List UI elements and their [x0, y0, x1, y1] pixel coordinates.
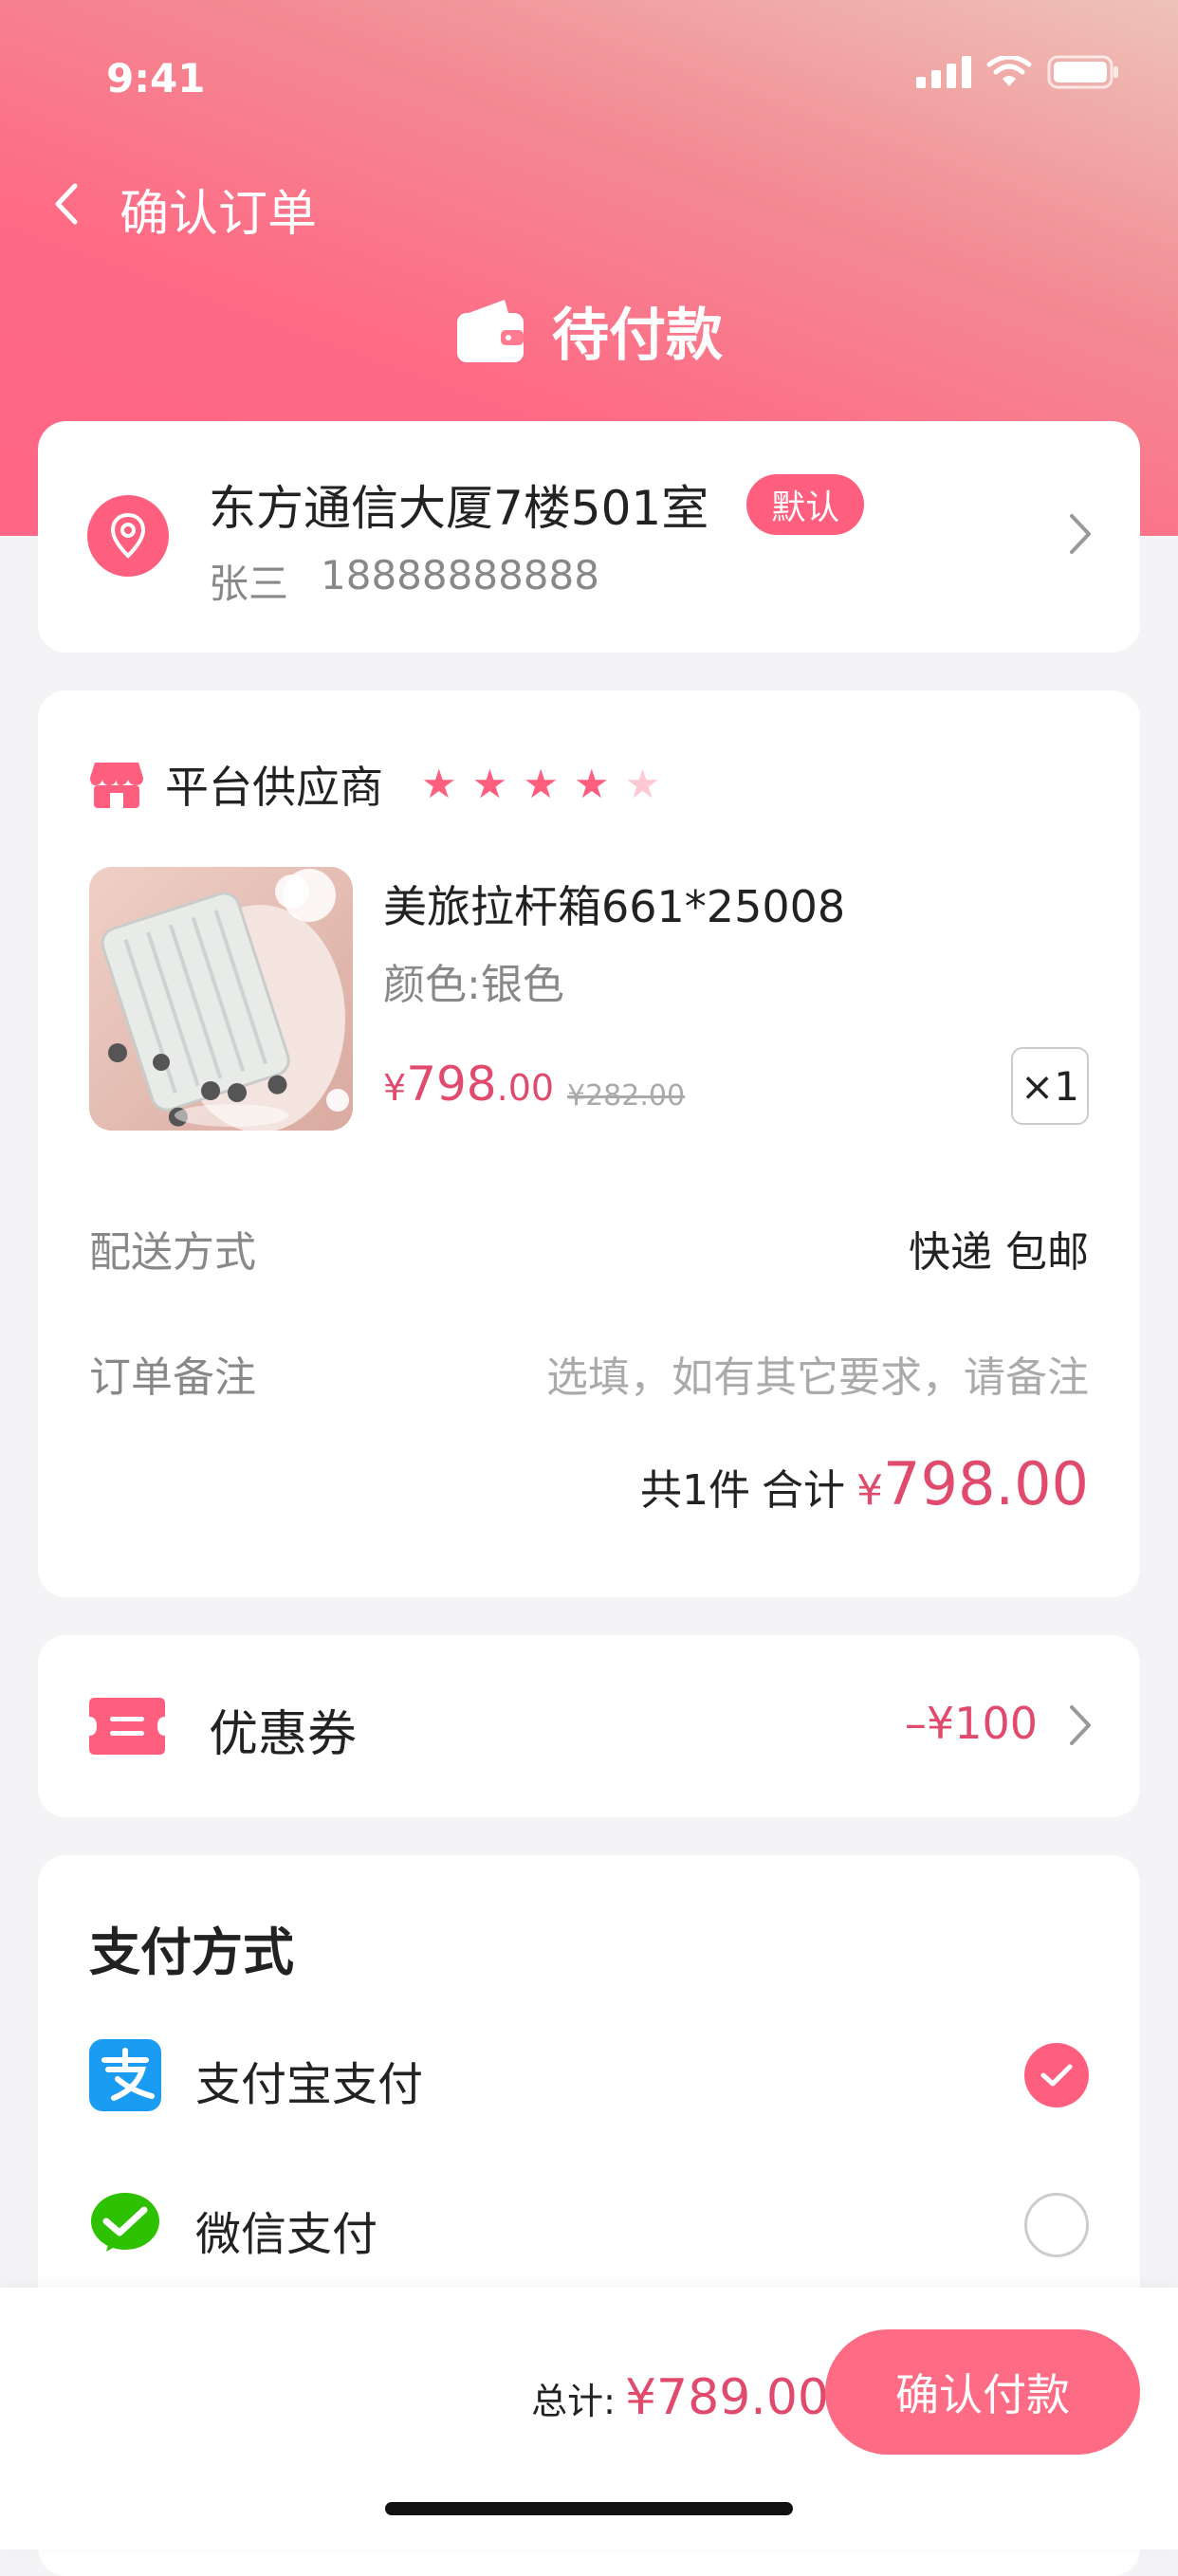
home-indicator[interactable] [385, 2502, 793, 2515]
payment-name: 微信支付 [195, 2208, 378, 2261]
payment-name: 支付宝支付 [195, 2058, 424, 2111]
shop-row[interactable]: 平台供应商 ★ ★ ★ ★ ★ [89, 753, 660, 816]
original-price: ¥282.00 [567, 1079, 686, 1113]
radio-selected[interactable] [1024, 2043, 1089, 2107]
store-icon [90, 763, 143, 808]
checkout-bar: 总计: ¥789.00 确认付款 [0, 2288, 1178, 2549]
recipient-phone: 18888888888 [321, 552, 599, 598]
page-title: 确认订单 [120, 186, 318, 243]
subtotal-value: 798.00 [883, 1449, 1089, 1518]
product-price: ¥ 798 .00 [383, 1057, 554, 1112]
wechat-pay-icon [91, 2193, 159, 2252]
subtotal-amount: ¥798.00 [856, 1449, 1089, 1518]
default-badge: 默认 [746, 474, 865, 535]
confirm-pay-button[interactable]: 确认付款 [825, 2329, 1140, 2455]
recipient-name: 张三 [209, 561, 289, 607]
address-contact: 张三 18888888888 [209, 552, 599, 610]
checkmark-icon [1040, 2064, 1073, 2087]
chevron-right-icon [1070, 514, 1091, 554]
coupon-label: 优惠券 [209, 1706, 358, 1763]
signal-icon [916, 56, 971, 88]
item-count: 共1件 [640, 1466, 751, 1515]
radio-unselected[interactable] [1024, 2193, 1089, 2257]
coupon-icon [89, 1698, 165, 1755]
star-empty-icon: ★ [624, 761, 661, 807]
total-label: 总计: [531, 2381, 616, 2422]
price-decimal: .00 [496, 1067, 555, 1109]
star-filled-icon: ★ [523, 761, 559, 807]
alipay-icon [89, 2039, 161, 2111]
remark-label: 订单备注 [89, 1353, 256, 1402]
coupon-card[interactable]: 优惠券 –¥100 [38, 1635, 1140, 1817]
shop-name: 平台供应商 [165, 762, 383, 813]
back-button[interactable] [38, 166, 95, 242]
payment-option-wechat[interactable]: 微信支付 [89, 2189, 1089, 2265]
delivery-value: 快递 包邮 [909, 1228, 1089, 1277]
address-line-row: 东方通信大厦7楼501室 默认 [209, 470, 865, 539]
nav-bar: 确认订单 [0, 156, 1178, 251]
battery-icon [1047, 55, 1118, 89]
shop-rating: ★ ★ ★ ★ ★ [421, 764, 660, 804]
remark-input[interactable]: 选填，如有其它要求，请备注 [546, 1343, 1089, 1404]
payment-option-alipay[interactable]: 支付宝支付 [89, 2039, 1089, 2115]
price-symbol: ¥ [383, 1067, 407, 1109]
wallet-icon [457, 299, 524, 362]
wifi-icon [986, 56, 1032, 86]
order-summary: 共1件 合计 ¥798.00 [640, 1449, 1089, 1518]
star-filled-icon: ★ [421, 761, 457, 807]
order-items-card: 平台供应商 ★ ★ ★ ★ ★ 美旅拉杆箱661*25008 颜色:银色 ¥ 7… [38, 690, 1140, 1597]
order-status-text: 待付款 [552, 303, 723, 369]
total-amount: ¥789.00 [624, 2369, 829, 2426]
subtotal-label: 合计 [762, 1466, 846, 1515]
subtotal-symbol: ¥ [856, 1466, 884, 1515]
payment-title: 支付方式 [89, 1923, 294, 1982]
product-image[interactable] [89, 867, 353, 1131]
quantity-box[interactable]: ×1 [1011, 1047, 1089, 1125]
address-card[interactable]: 东方通信大厦7楼501室 默认 张三 18888888888 [38, 421, 1140, 653]
delivery-label: 配送方式 [89, 1228, 256, 1277]
status-time: 9:41 [106, 55, 206, 101]
address-line: 东方通信大厦7楼501室 [209, 481, 709, 536]
product-title: 美旅拉杆箱661*25008 [383, 881, 846, 932]
chevron-left-icon [55, 183, 78, 225]
star-filled-icon: ★ [573, 761, 610, 807]
product-spec: 颜色:银色 [383, 961, 564, 1009]
price-integer: 798 [406, 1057, 497, 1112]
location-pin-icon [87, 495, 169, 577]
star-filled-icon: ★ [471, 761, 508, 807]
order-status: 待付款 [0, 289, 1178, 372]
total-summary: 总计: ¥789.00 [531, 2369, 829, 2426]
status-bar: 9:41 [0, 0, 1178, 152]
coupon-value: –¥100 [904, 1698, 1038, 1749]
chevron-right-icon [1070, 1705, 1091, 1745]
status-icons [916, 55, 1119, 89]
